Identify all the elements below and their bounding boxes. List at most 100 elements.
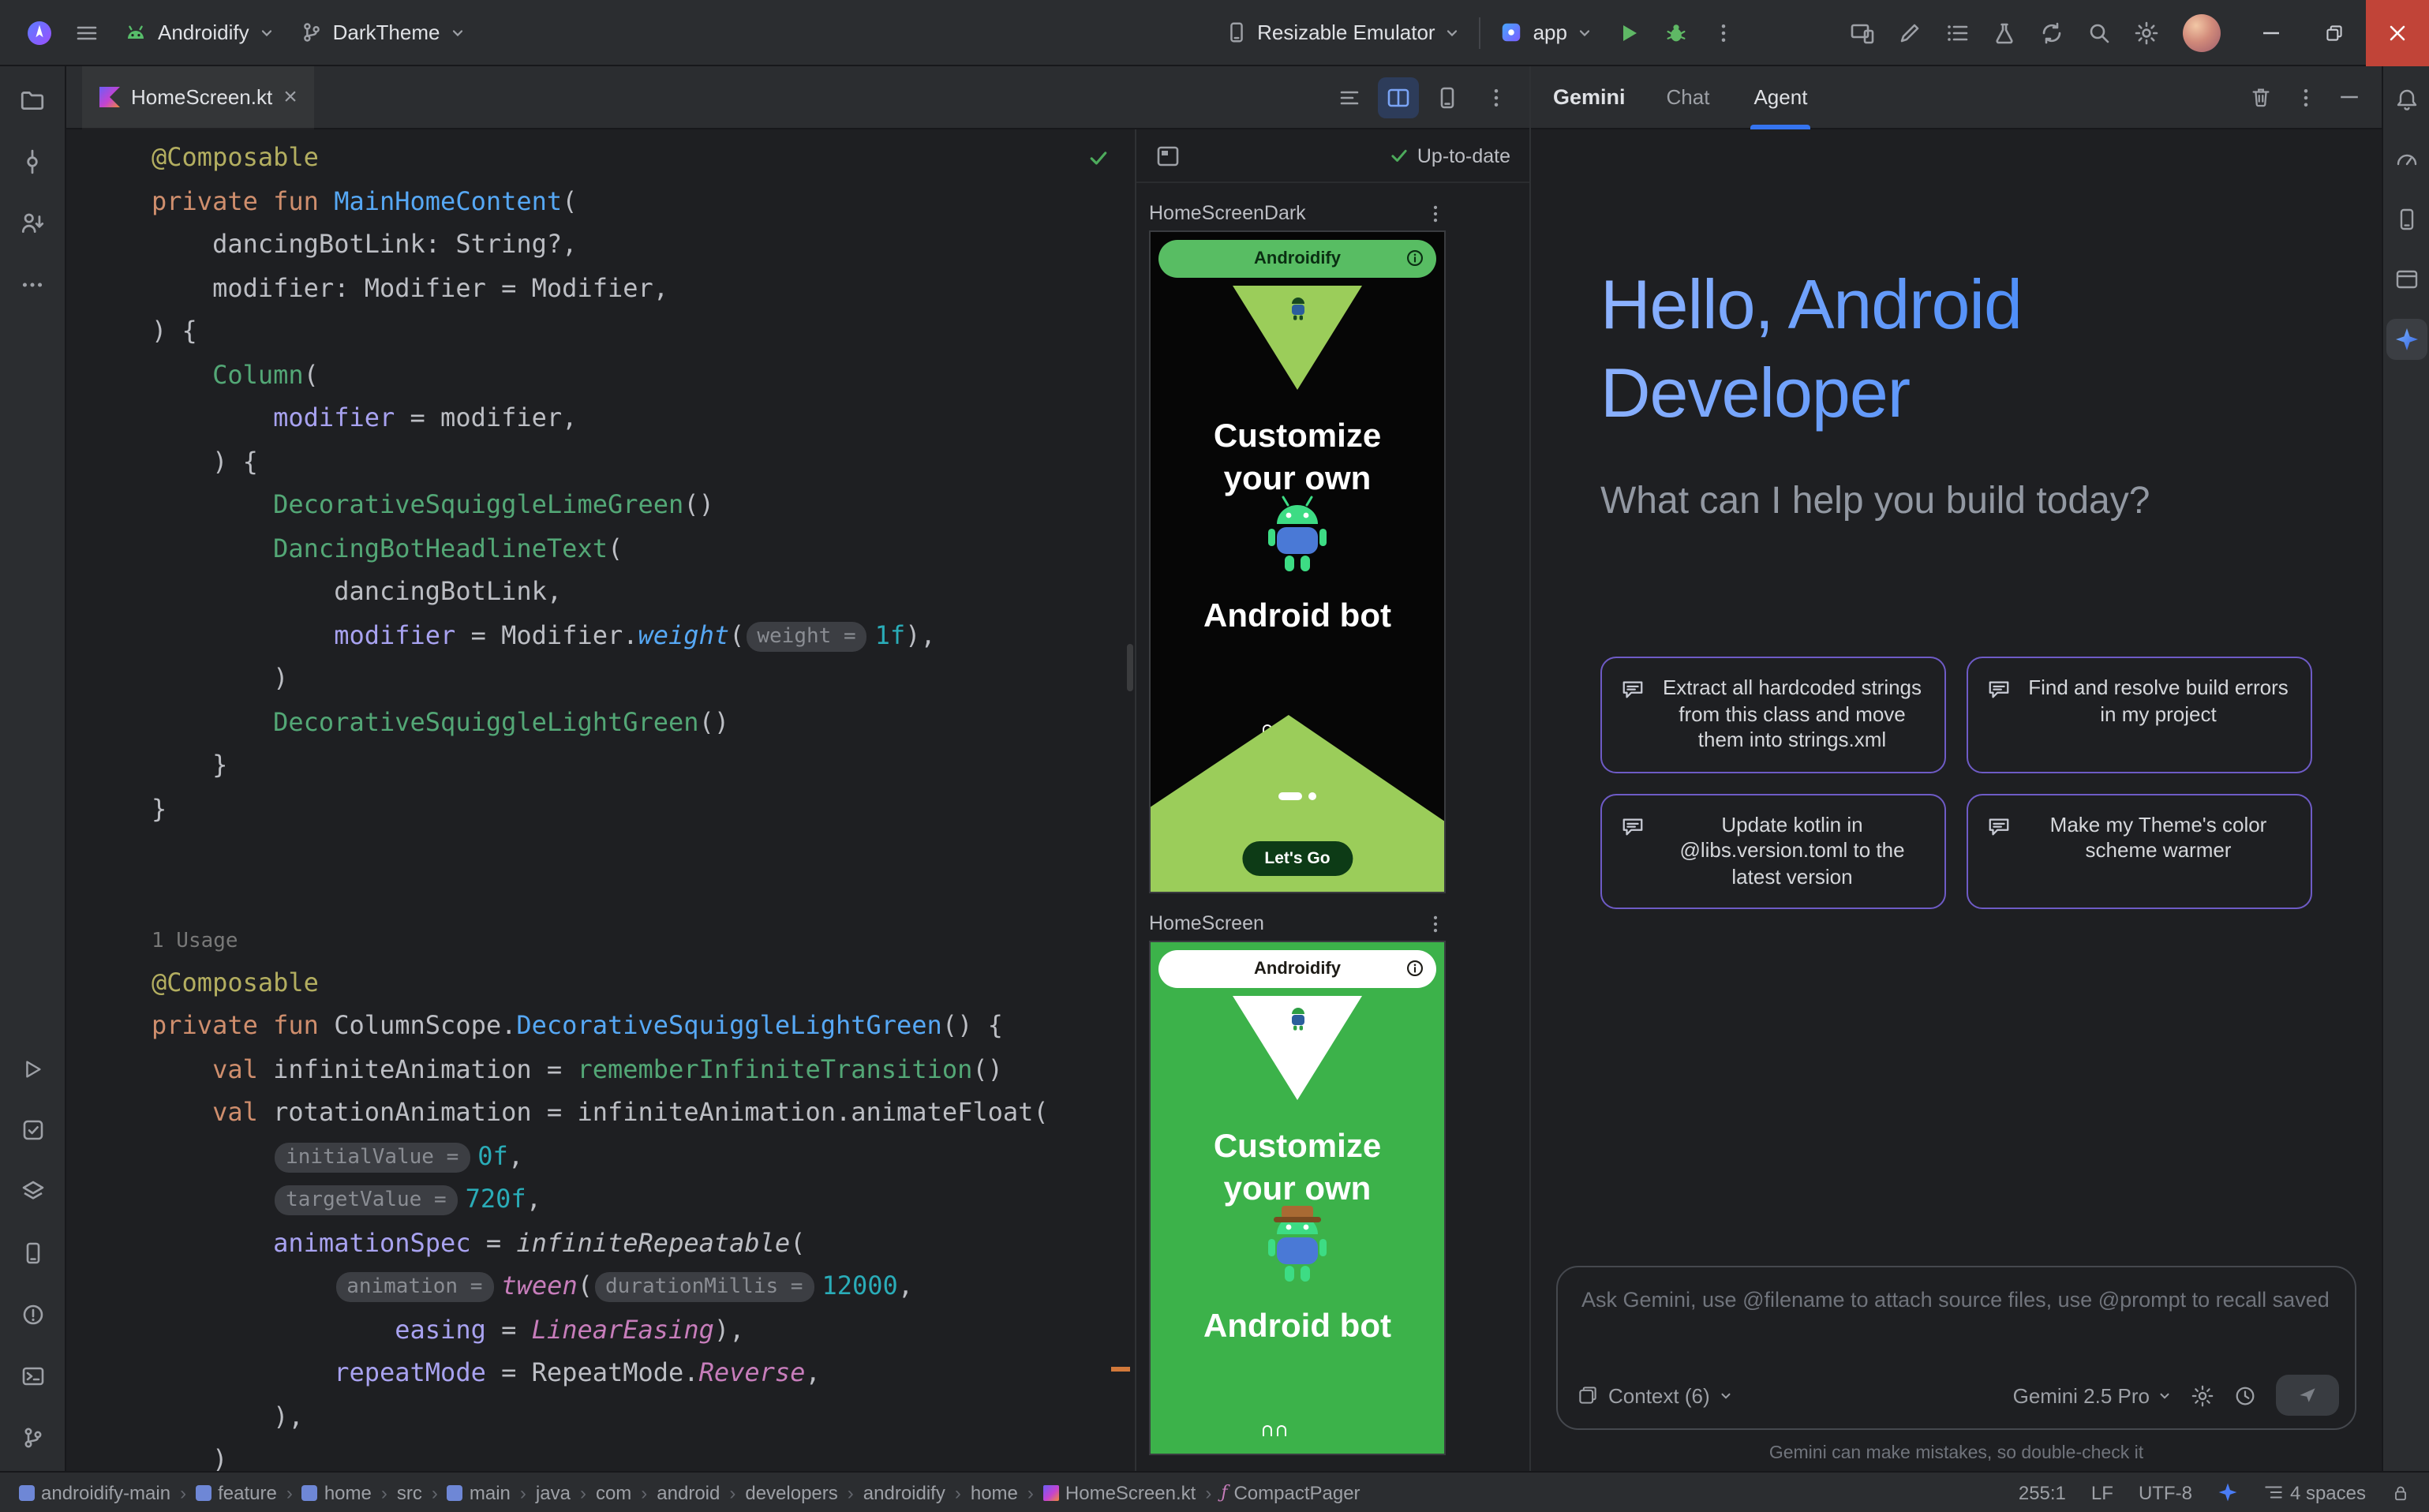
running-devices-tool-button[interactable] (9, 1229, 56, 1277)
code-line[interactable]: val rotationAnimation = infiniteAnimatio… (152, 1091, 1135, 1134)
close-tab-icon[interactable]: × (283, 85, 298, 109)
code-review-button[interactable] (1886, 9, 1933, 56)
breadcrumb-item[interactable]: java (536, 1481, 571, 1503)
model-selector[interactable]: Gemini 2.5 Pro (2013, 1383, 2172, 1407)
preview-scroll-area[interactable]: HomeScreenDark Androidify (1136, 183, 1529, 1471)
code-line[interactable]: animationSpec = infiniteRepeatable( (152, 1221, 1135, 1264)
user-avatar[interactable] (2183, 13, 2221, 51)
code-line[interactable]: dancingBotLink: String?, (152, 223, 1135, 266)
settings-button[interactable] (2123, 9, 2170, 56)
run-config-selector[interactable]: app (1488, 9, 1605, 56)
gemini-tool-button[interactable] (2386, 319, 2427, 360)
editor-pane[interactable]: @Composableprivate fun MainHomeContent( … (66, 129, 1135, 1471)
code-line[interactable]: animation =tween(durationMillis =12000, (152, 1264, 1135, 1308)
run-button[interactable] (1605, 9, 1652, 56)
code-line[interactable]: } (152, 743, 1135, 787)
code-line[interactable]: private fun MainHomeContent( (152, 179, 1135, 223)
device-mirroring-button[interactable] (1839, 9, 1886, 56)
suggestion-extract-strings[interactable]: Extract all hardcoded strings from this … (1600, 657, 1946, 773)
code-line[interactable]: modifier = Modifier.weight(weight =1f), (152, 613, 1135, 657)
build-variants-tool-button[interactable] (9, 1168, 56, 1215)
breadcrumb-item[interactable]: home (302, 1481, 372, 1503)
notifications-button[interactable] (2386, 79, 2427, 120)
file-encoding[interactable]: UTF-8 (2139, 1481, 2192, 1503)
preview-homescreen[interactable]: Androidify Customize your own (1149, 941, 1446, 1455)
editor-options-button[interactable] (1476, 77, 1517, 118)
preview-homescreendark[interactable]: Androidify Customize your own (1149, 230, 1446, 893)
project-selector[interactable]: Androidify (110, 9, 287, 56)
code-line[interactable]: } (152, 787, 1135, 830)
caret-position[interactable]: 255:1 (2019, 1481, 2066, 1503)
more-actions-button[interactable] (1700, 9, 1747, 56)
code-mode-button[interactable] (1329, 77, 1370, 118)
suggestion-update-kotlin[interactable]: Update kotlin in @libs.version.toml to t… (1600, 793, 1946, 909)
sync-button[interactable] (2028, 9, 2075, 56)
device-manager-button[interactable] (2386, 199, 2427, 240)
code-line[interactable] (152, 830, 1135, 874)
design-mode-button[interactable] (1427, 77, 1468, 118)
experiments-button[interactable] (1981, 9, 2028, 56)
todo-list-button[interactable] (1933, 9, 1981, 56)
code-line[interactable]: targetValue =720f, (152, 1177, 1135, 1221)
suggestion-build-errors[interactable]: Find and resolve build errors in my proj… (1967, 657, 2312, 773)
code-line[interactable]: ), (152, 1394, 1135, 1438)
code-line[interactable]: modifier = modifier, (152, 396, 1135, 440)
pull-requests-tool-button[interactable] (9, 199, 56, 246)
breadcrumb-item[interactable]: main (447, 1481, 511, 1503)
breadcrumb-item[interactable]: androidify (863, 1481, 945, 1503)
gemini-input-box[interactable]: Context (6) Gemini 2.5 Pro (1556, 1266, 2356, 1430)
code-line[interactable]: dancingBotLink, (152, 570, 1135, 613)
editor-scrollbar[interactable] (1127, 644, 1133, 691)
code-line[interactable]: val infiniteAnimation = rememberInfinite… (152, 1047, 1135, 1091)
code-line[interactable]: ) { (152, 309, 1135, 353)
inspections-ok-icon[interactable] (1087, 147, 1110, 169)
code-line[interactable]: private fun ColumnScope.DecorativeSquigg… (152, 1004, 1135, 1047)
code-line[interactable]: DecorativeSquiggleLimeGreen() (152, 483, 1135, 526)
breadcrumb-item[interactable]: ƒCompactPager (1221, 1481, 1360, 1503)
send-button[interactable] (2276, 1375, 2339, 1416)
breadcrumb-item[interactable]: androidify-main (19, 1481, 170, 1503)
line-separator[interactable]: LF (2091, 1481, 2113, 1503)
indent-config[interactable]: 4 spaces (2263, 1481, 2366, 1503)
terminal-tool-button[interactable] (9, 1353, 56, 1400)
code-line[interactable]: repeatMode = RepeatMode.Reverse, (152, 1351, 1135, 1394)
suggestion-theme-warmer[interactable]: Make my Theme's color scheme warmer (1967, 793, 2312, 909)
history-button[interactable] (2233, 1383, 2257, 1407)
ai-spark-icon[interactable] (2218, 1482, 2238, 1503)
breadcrumb-item[interactable]: home (971, 1481, 1018, 1503)
tab-chat[interactable]: Chat (1664, 65, 1713, 129)
code-line[interactable]: @Composable (152, 136, 1135, 179)
context-selector[interactable]: Context (6) (1577, 1383, 1734, 1407)
code-line[interactable]: ) (152, 657, 1135, 700)
breadcrumb-item[interactable]: HomeScreen.kt (1043, 1481, 1196, 1503)
close-button[interactable] (2366, 0, 2429, 65)
code-line[interactable] (152, 874, 1135, 917)
device-selector[interactable]: Resizable Emulator (1211, 9, 1473, 56)
maximize-button[interactable] (2303, 0, 2366, 65)
preview-options-button[interactable] (1425, 913, 1446, 934)
breadcrumb-item[interactable]: src (397, 1481, 422, 1503)
code-line[interactable]: 1 Usage (152, 917, 1135, 960)
code-line[interactable]: DancingBotHeadlineText( (152, 526, 1135, 570)
gemini-prompt-input[interactable] (1558, 1267, 2355, 1312)
running-devices-button[interactable] (2386, 259, 2427, 300)
clear-chat-button[interactable] (2249, 85, 2273, 109)
split-mode-button[interactable] (1378, 77, 1419, 118)
editor-tab-homescreen[interactable]: HomeScreen.kt × (82, 65, 315, 129)
breadcrumb-item[interactable]: developers (745, 1481, 837, 1503)
search-everywhere-button[interactable] (2075, 9, 2123, 56)
run-tool-button[interactable] (9, 1045, 56, 1092)
main-menu-button[interactable] (63, 9, 110, 56)
problems-tool-button[interactable] (9, 1291, 56, 1338)
tab-agent[interactable]: Agent (1750, 65, 1810, 129)
code-line[interactable]: initialValue =0f, (152, 1134, 1135, 1177)
hide-panel-button[interactable] (2339, 87, 2360, 107)
code-editor[interactable]: @Composableprivate fun MainHomeContent( … (66, 129, 1135, 1471)
breadcrumb-item[interactable]: com (596, 1481, 631, 1503)
code-line[interactable]: ) (152, 1438, 1135, 1471)
preview-layout-button[interactable] (1155, 143, 1181, 168)
minimize-button[interactable] (2240, 0, 2303, 65)
preview-options-button[interactable] (1425, 203, 1446, 223)
code-line[interactable]: ) { (152, 440, 1135, 483)
code-line[interactable]: @Composable (152, 960, 1135, 1004)
